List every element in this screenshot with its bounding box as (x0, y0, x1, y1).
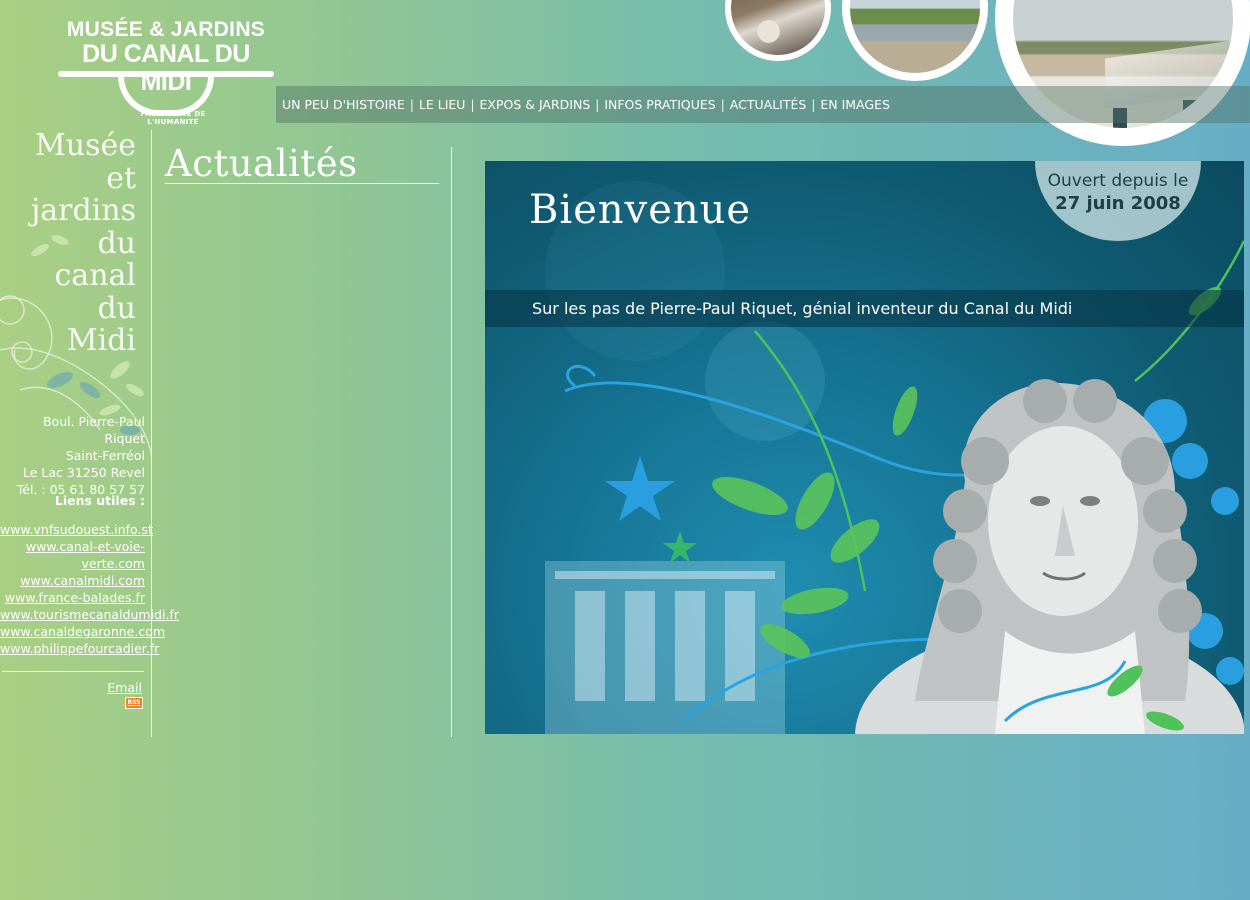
title-underline (165, 183, 439, 184)
nav-item-actualites[interactable]: ACTUALITÉS (730, 97, 807, 112)
address-street: Boul. Pierre-Paul Riquet (42, 414, 145, 446)
useful-links-heading: Liens utiles : (54, 493, 145, 508)
email-container: Email (0, 680, 142, 695)
link-vnfsudouest[interactable]: www.vnfsudouest.info.st (0, 521, 175, 538)
nav-item-infos-pratiques[interactable]: INFOS PRATIQUES (604, 97, 715, 112)
nav-item-en-images[interactable]: EN IMAGES (820, 97, 890, 112)
badge-opening-date: 27 juin 2008 (1055, 193, 1181, 214)
address-block: Boul. Pierre-Paul Riquet Saint-Ferréol L… (0, 413, 145, 498)
nav-separator: | (595, 97, 600, 112)
welcome-banner[interactable]: Bienvenue Ouvert depuis le 27 juin 2008 … (485, 161, 1244, 734)
logo-subtitle: PATRIMOINE DE L'HUMANITÉ (140, 110, 206, 126)
page-title: Actualités (165, 142, 358, 185)
header-photo-museum (995, 0, 1250, 146)
link-philippefourcadier[interactable]: www.philippefourcadier.fr (0, 640, 175, 657)
header-photo-waterfall (725, 0, 831, 61)
sidebar-title-line: jardins (30, 193, 136, 228)
sidebar-title: Musée et jardins du canal du Midi (0, 128, 137, 358)
sidebar-title-line: et (106, 160, 136, 196)
nav-separator: | (811, 97, 816, 112)
sidebar-divider (2, 671, 144, 672)
sidebar-title-line: Midi (66, 323, 136, 358)
email-link[interactable]: Email (107, 680, 142, 695)
nav-separator: | (409, 97, 414, 112)
header-photo-lake (842, 0, 988, 81)
sidebar-title-line: canal (54, 258, 137, 293)
link-france-balades[interactable]: www.france-balades.fr (0, 589, 145, 606)
badge-opened-since: Ouvert depuis le (1047, 171, 1189, 191)
site-logo[interactable]: MUSÉE & JARDINS DU CANAL DU MIDI PATRIMO… (58, 18, 274, 126)
column-divider (451, 147, 452, 737)
banner-artwork (545, 181, 1244, 734)
nav-item-histoire[interactable]: UN PEU D'HISTOIRE (282, 97, 405, 112)
banner-tagline-strip: Sur les pas de Pierre-Paul Riquet, génia… (485, 290, 1244, 327)
logo-line-1: MUSÉE & JARDINS (66, 18, 266, 41)
address-locality: Saint-Ferréol (65, 448, 145, 463)
rss-icon[interactable]: RSS (125, 697, 143, 709)
main-nav: UN PEU D'HISTOIRE | LE LIEU | EXPOS & JA… (276, 86, 1250, 123)
address-city: Le Lac 31250 Revel (23, 465, 145, 480)
sidebar-title-line: du (97, 225, 136, 261)
sidebar-title-line: du (97, 290, 136, 326)
sidebar-title-line: Musée (35, 128, 136, 163)
banner-welcome-title: Bienvenue (529, 187, 752, 233)
useful-links-list: www.vnfsudouest.info.st www.canal-et-voi… (0, 521, 179, 657)
nav-separator: | (470, 97, 475, 112)
nav-separator: | (720, 97, 725, 112)
link-canaldegaronne[interactable]: www.canaldegaronne.com (0, 623, 175, 640)
link-tourismecanaldumidi[interactable]: www.tourismecanaldumidi.fr (0, 606, 179, 623)
link-canal-et-voie-verte[interactable]: www.canal-et-voie-verte.com (0, 538, 145, 572)
banner-tagline: Sur les pas de Pierre-Paul Riquet, génia… (532, 299, 1073, 318)
nav-item-le-lieu[interactable]: LE LIEU (419, 97, 466, 112)
link-canalmidi[interactable]: www.canalmidi.com (0, 572, 145, 589)
nav-item-expos-jardins[interactable]: EXPOS & JARDINS (480, 97, 591, 112)
